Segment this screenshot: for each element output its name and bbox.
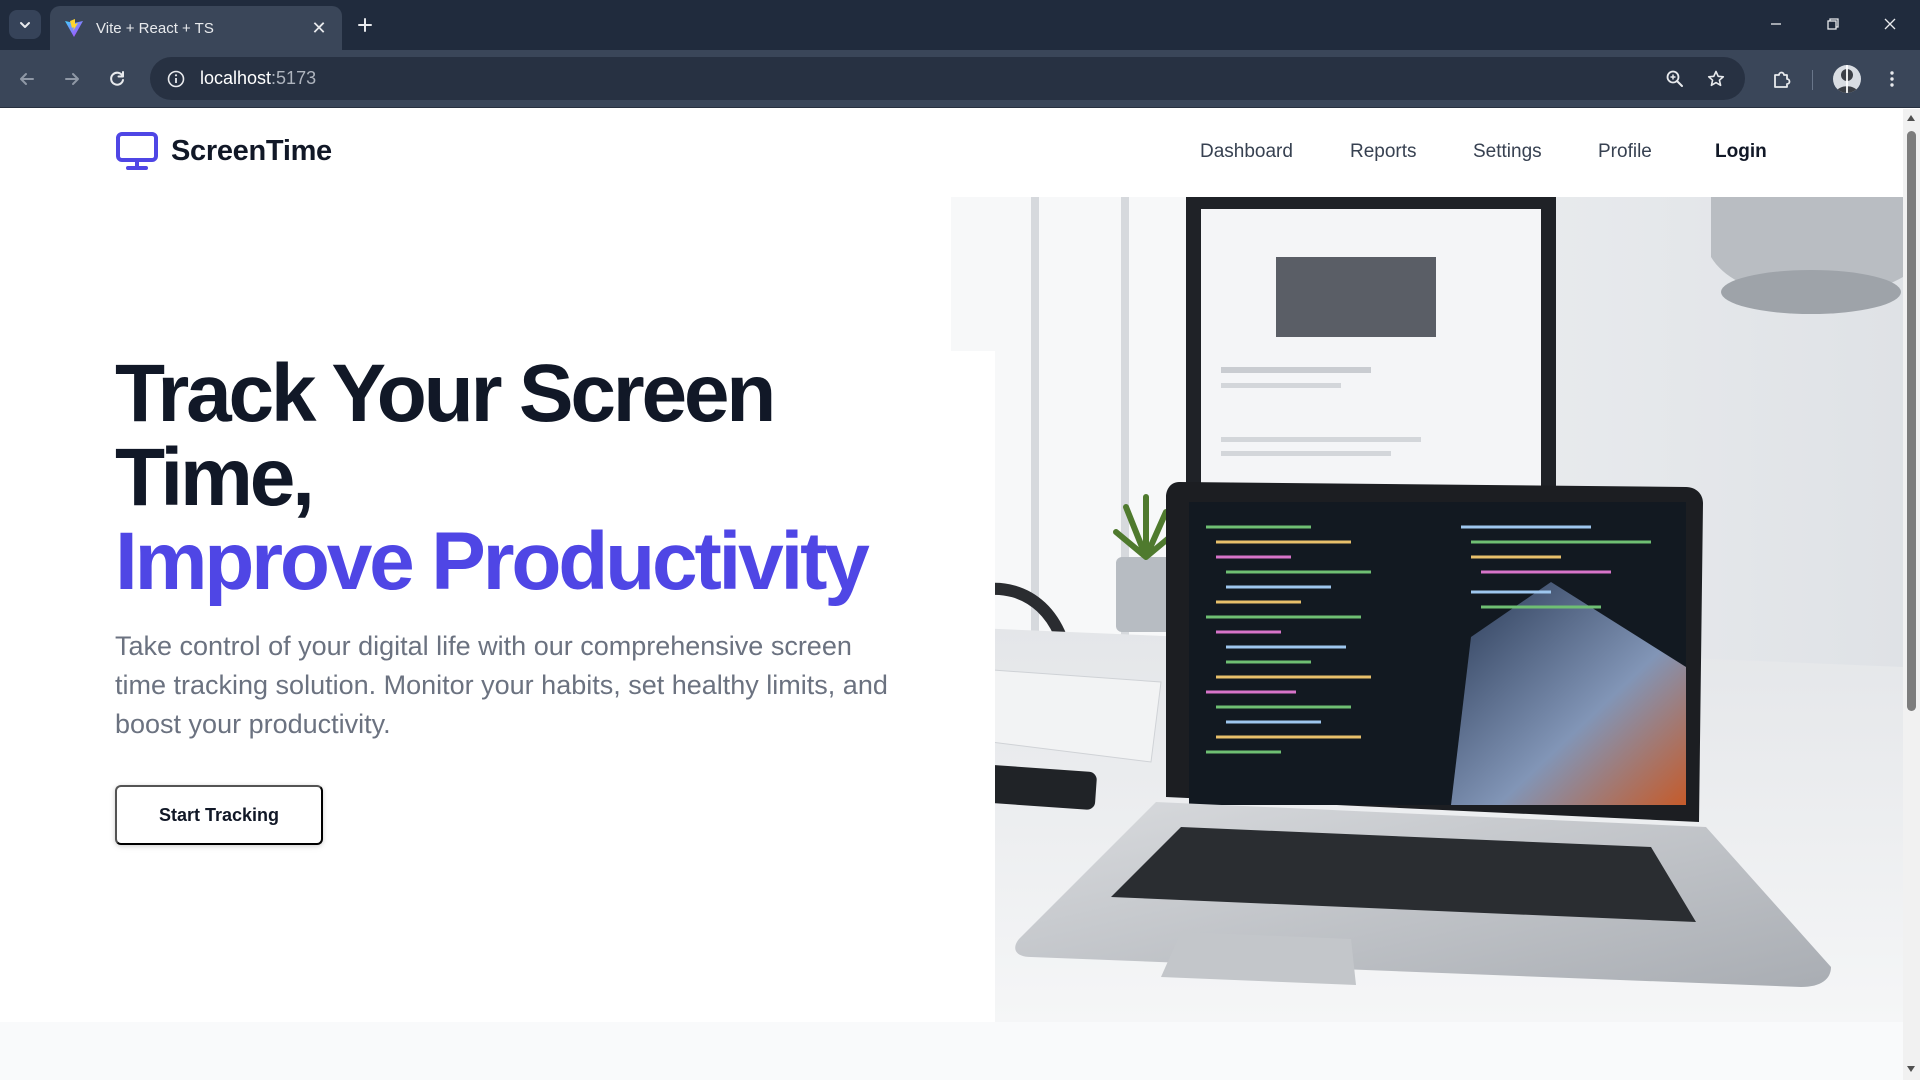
nav-link-settings[interactable]: Settings — [1473, 141, 1542, 163]
browser-toolbar: localhost:5173 — [0, 50, 1920, 108]
page-viewport: ScreenTime Dashboard Reports Settings Pr… — [0, 109, 1903, 1080]
reload-icon — [110, 71, 124, 86]
site-info-icon[interactable] — [166, 69, 186, 89]
close-window-button[interactable] — [1867, 6, 1913, 42]
minimize-button[interactable] — [1753, 6, 1799, 42]
browser-tab[interactable]: Vite + React + TS ✕ — [50, 6, 342, 50]
scroll-down-arrow-icon[interactable] — [1907, 1066, 1915, 1072]
nav-login-button[interactable]: Login — [1715, 141, 1767, 163]
toolbar-divider — [1812, 70, 1813, 90]
arrow-left-icon — [20, 73, 34, 85]
hero-image — [951, 197, 1903, 1022]
page-scrollbar[interactable] — [1903, 109, 1920, 1080]
browser-tab-bar: Vite + React + TS ✕ — [0, 0, 1920, 50]
scrollbar-thumb[interactable] — [1907, 131, 1916, 711]
hero-subtext: Take control of your digital life with o… — [115, 631, 888, 739]
back-button[interactable] — [10, 62, 44, 96]
browser-menu-button[interactable] — [1875, 62, 1909, 96]
headline-line-2: Time, — [115, 432, 315, 523]
url-text[interactable]: localhost:5173 — [200, 68, 316, 89]
hero-headline: Track Your Screen Time, Improve Producti… — [115, 348, 870, 607]
start-tracking-button[interactable]: Start Tracking — [115, 785, 323, 845]
hero-image-notch — [951, 351, 995, 1022]
headline-line-1: Track Your Screen — [115, 348, 776, 439]
new-tab-button[interactable] — [350, 10, 380, 40]
scroll-up-arrow-icon[interactable] — [1907, 115, 1915, 121]
zoom-button[interactable] — [1662, 66, 1688, 92]
more-vertical-icon — [1890, 71, 1894, 87]
arrow-right-icon — [65, 73, 79, 85]
brand-name: ScreenTime — [171, 134, 332, 167]
avatar-icon — [1836, 65, 1858, 93]
chevron-down-icon — [20, 21, 30, 28]
next-section-band — [0, 1022, 1903, 1080]
brand-logo[interactable]: ScreenTime — [115, 131, 332, 171]
tab-search-button[interactable] — [9, 10, 41, 39]
puzzle-icon — [1774, 71, 1791, 88]
star-icon — [1707, 70, 1725, 87]
nav-link-reports[interactable]: Reports — [1350, 141, 1417, 163]
headline-accent: Improve Productivity — [115, 516, 870, 607]
address-bar[interactable]: localhost:5173 — [150, 57, 1745, 100]
vite-favicon-icon — [65, 19, 83, 37]
forward-button[interactable] — [55, 62, 89, 96]
restore-icon — [1827, 18, 1839, 30]
hero-desk-photo — [951, 197, 1903, 1022]
close-tab-icon[interactable]: ✕ — [308, 18, 330, 39]
tab-title: Vite + React + TS — [96, 19, 214, 37]
monitor-icon — [116, 132, 158, 170]
bookmark-button[interactable] — [1703, 66, 1729, 92]
restore-button[interactable] — [1810, 6, 1856, 42]
profile-avatar[interactable] — [1833, 65, 1861, 93]
nav-link-profile[interactable]: Profile — [1598, 141, 1652, 163]
url-port: :5173 — [271, 68, 317, 88]
url-host: localhost — [200, 68, 272, 88]
plus-icon — [358, 18, 372, 32]
reload-button[interactable] — [100, 62, 134, 96]
extensions-button[interactable] — [1765, 62, 1799, 96]
zoom-icon — [1666, 70, 1683, 87]
close-icon — [1884, 18, 1896, 30]
site-navbar: ScreenTime Dashboard Reports Settings Pr… — [0, 109, 1903, 197]
nav-link-dashboard[interactable]: Dashboard — [1200, 141, 1293, 163]
minimize-icon — [1771, 23, 1781, 25]
